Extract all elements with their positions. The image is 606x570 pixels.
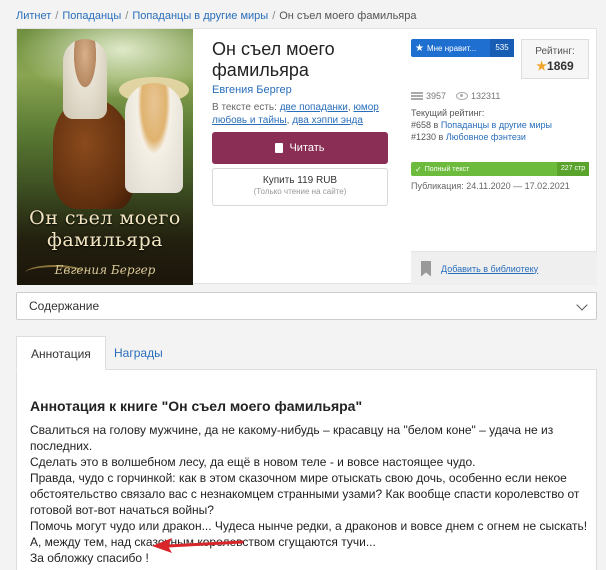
annotation-heading: Аннотация к книге "Он съел моего фамилья… xyxy=(30,398,363,414)
contents-dropdown[interactable]: Содержание xyxy=(16,292,597,320)
tags-prefix: В тексте есть: xyxy=(212,102,277,113)
annotation-line: Сделать это в волшебном лесу, да ещё в н… xyxy=(30,455,476,469)
buy-button-note: (Только чтение на сайте) xyxy=(253,187,347,196)
book-cover[interactable]: Он съел моего фамильяра Евгения Бергер xyxy=(17,29,193,285)
views-stat: 132311 xyxy=(456,91,500,101)
library-count: 3957 xyxy=(426,91,447,101)
views-count: 132311 xyxy=(471,91,501,101)
breadcrumb-current: Он съел моего фамильяра xyxy=(279,10,417,22)
cover-title-line1: Он съел моего xyxy=(29,207,181,229)
book-stats: 3957 132311 xyxy=(411,91,500,101)
breadcrumb: Литнет / Попаданцы / Попаданцы в другие миры… xyxy=(16,10,417,22)
read-button[interactable]: Читать xyxy=(212,132,388,164)
cover-man xyxy=(63,39,107,119)
rating-box: Рейтинг: ★1869 xyxy=(521,39,589,79)
buy-button[interactable]: Купить 119 RUB (Только чтение на сайте) xyxy=(212,168,388,206)
arrow-left-icon xyxy=(152,538,244,553)
rank-line-1: #658 в Попаданцы в другие миры xyxy=(411,120,552,130)
breadcrumb-other-worlds[interactable]: Попаданцы в другие миры xyxy=(132,10,268,22)
eye-icon xyxy=(456,92,469,100)
rank-link-other-worlds[interactable]: Попаданцы в другие миры xyxy=(441,120,552,130)
book-card: Он съел моего фамильяра Евгения Бергер О… xyxy=(16,28,597,285)
add-to-library-button[interactable]: Добавить в библиотеку xyxy=(411,251,597,285)
rank-link-love-fantasy[interactable]: Любовное фэнтези xyxy=(446,132,526,142)
tab-annotation[interactable]: Аннотация xyxy=(16,336,106,370)
bookmark-icon xyxy=(421,260,431,277)
annotation-panel: Аннотация к книге "Он съел моего фамилья… xyxy=(16,370,597,570)
add-to-library-label: Добавить в библиотеку xyxy=(441,263,539,274)
contents-label: Содержание xyxy=(29,299,100,313)
annotation-line: За обложку спасибо ! xyxy=(30,551,149,565)
check-icon: ✓ xyxy=(415,164,422,174)
tab-bar: Аннотация Награды xyxy=(16,336,597,370)
rating-value-row: ★1869 xyxy=(522,59,588,73)
star-icon: ★ xyxy=(415,42,424,54)
annotation-line: Свалиться на голову мужчине, да не каком… xyxy=(30,423,554,453)
tab-awards[interactable]: Награды xyxy=(100,336,177,370)
annotation-line: Помочь могут чудо или дракон... Чудеса н… xyxy=(30,519,588,533)
full-text-label: Полный текст xyxy=(424,165,470,173)
like-button[interactable]: ★ Мне нравит... 535 xyxy=(411,39,514,57)
book-icon xyxy=(275,143,284,153)
rank-line-2: #1230 в Любовное фэнтези xyxy=(411,132,526,142)
rating-star-icon: ★ xyxy=(536,59,548,73)
book-title: Он съел моего фамильяра xyxy=(212,39,335,80)
book-meta: ★ Мне нравит... 535 Рейтинг: ★1869 3957 … xyxy=(411,29,597,285)
chevron-down-icon xyxy=(576,299,588,311)
book-tags: В тексте есть: две попаданки, юмор любов… xyxy=(212,102,379,126)
breadcrumb-litnet[interactable]: Литнет xyxy=(16,10,51,22)
book-info: Он съел моего фамильяра Евгения Бергер В… xyxy=(212,39,390,127)
annotation-line: Правда, чудо с горчинкой: как в этом ска… xyxy=(30,471,580,517)
book-author-link[interactable]: Евгения Бергер xyxy=(212,84,390,96)
breadcrumb-popadantsy[interactable]: Попаданцы xyxy=(62,10,121,22)
rating-label: Рейтинг: xyxy=(535,46,575,57)
annotation-text: Свалиться на голову мужчине, да не каком… xyxy=(30,422,590,566)
cover-girl xyxy=(125,83,183,193)
publication-dates: Публикация: 24.11.2020 — 17.02.2021 xyxy=(411,181,570,191)
tag-love-secrets[interactable]: любовь и тайны xyxy=(212,115,287,126)
annotation-line: А, между тем, над сказочным королевством… xyxy=(30,535,376,549)
read-button-label: Читать xyxy=(289,142,325,154)
list-icon xyxy=(411,92,423,100)
tag-two-happy-ends[interactable]: два хэппи энда xyxy=(292,115,363,126)
rating-value: 1869 xyxy=(547,59,574,73)
cover-title-line2: фамильяра xyxy=(46,229,164,251)
buy-button-label: Купить 119 RUB xyxy=(262,175,338,186)
full-text-badge: ✓ Полный текст 227 стр xyxy=(411,162,589,176)
cover-author: Евгения Бергер xyxy=(54,263,156,277)
tag-humor[interactable]: юмор xyxy=(353,102,378,113)
tag-two-popadanki[interactable]: две попаданки xyxy=(280,102,348,113)
like-button-label: Мне нравит... xyxy=(426,43,477,53)
library-stat: 3957 xyxy=(411,91,446,101)
current-rating: Текущий рейтинг: #658 в Попаданцы в друг… xyxy=(411,107,552,143)
page-count: 227 стр xyxy=(557,162,589,176)
like-count: 535 xyxy=(490,39,514,57)
current-rating-label: Текущий рейтинг: xyxy=(411,108,485,118)
